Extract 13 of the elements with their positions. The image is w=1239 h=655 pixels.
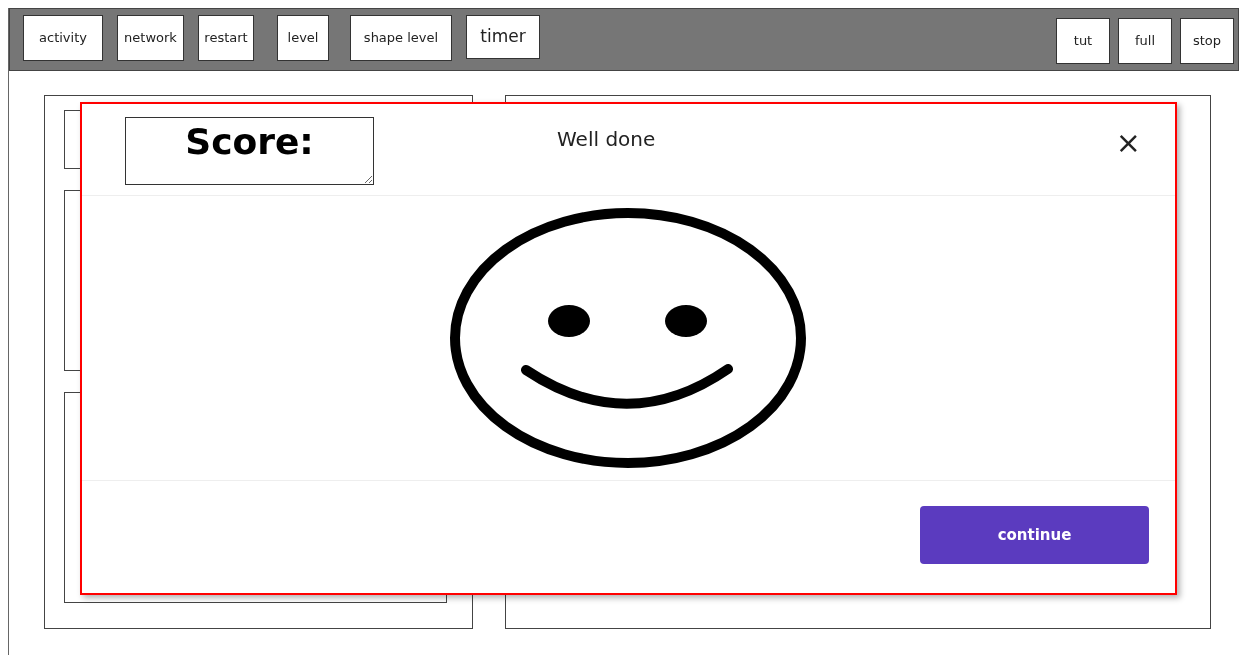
timer-button[interactable]: timer xyxy=(466,15,540,59)
toolbar-button[interactable]: restart xyxy=(198,15,254,61)
toolbar-button[interactable]: stop xyxy=(1180,18,1234,64)
toolbar-button[interactable]: shape level xyxy=(350,15,452,61)
score-field[interactable]: Score: xyxy=(125,117,374,185)
toolbar-button[interactable]: network xyxy=(117,15,184,61)
dialog-title: Well done xyxy=(557,126,656,153)
continue-button[interactable]: continue xyxy=(920,506,1149,564)
toolbar-button[interactable]: level xyxy=(277,15,329,61)
toolbar-button[interactable]: tut xyxy=(1056,18,1110,64)
toolbar-button[interactable]: full xyxy=(1118,18,1172,64)
toolbar-button[interactable]: activity xyxy=(23,15,103,61)
close-button[interactable]: × xyxy=(1115,128,1141,158)
